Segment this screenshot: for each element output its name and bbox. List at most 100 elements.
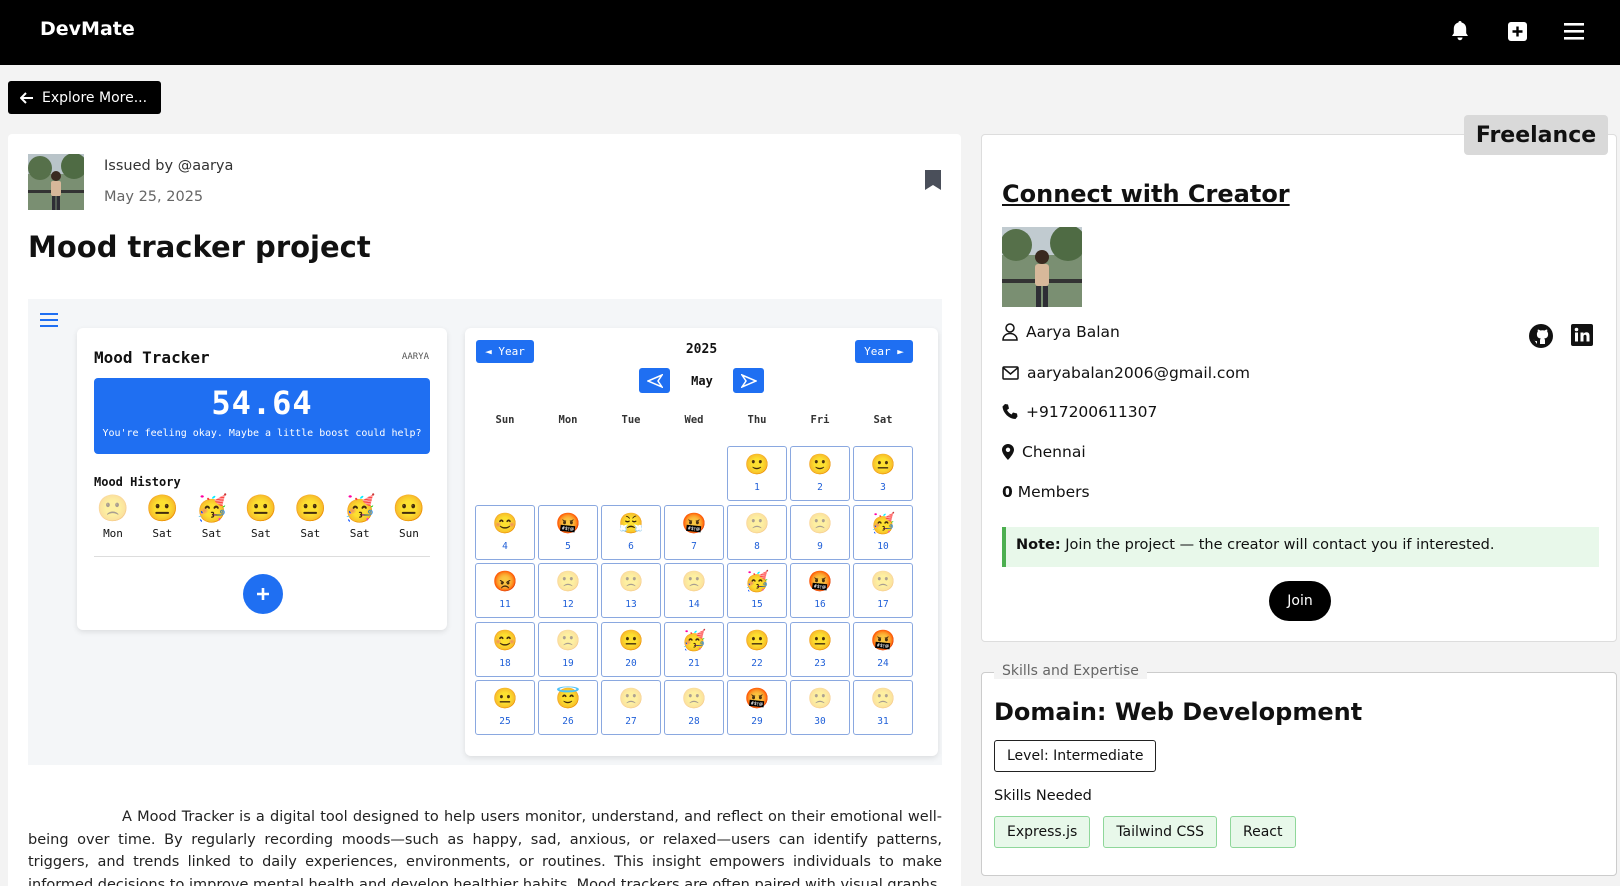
bell-icon[interactable] — [1445, 16, 1475, 46]
next-month-button[interactable] — [733, 368, 764, 393]
creator-avatar[interactable] — [1002, 227, 1082, 307]
calendar-day-cell[interactable]: 🙁 13 — [601, 563, 661, 618]
calendar-day-cell[interactable]: 🙁 28 — [664, 680, 724, 735]
calendar-day-cell[interactable]: 🙂 2 — [790, 446, 850, 501]
mood-emoji-icon: 🤬 — [681, 510, 707, 535]
connect-heading: Connect with Creator — [1002, 180, 1290, 208]
freelance-badge: Freelance — [1464, 115, 1608, 155]
calendar-day-cell[interactable]: 🙁 17 — [853, 563, 913, 618]
calendar-day-number: 30 — [814, 716, 826, 727]
mood-message: You're feeling okay. Maybe a little boos… — [102, 428, 422, 439]
calendar-card: ◄ Year 2025 Year ► May Sun Mon Tue Wed Thu Fr… — [465, 328, 938, 756]
calendar-day-cell[interactable]: 🙁 14 — [664, 563, 724, 618]
mood-emoji-icon: 🥳 — [195, 494, 228, 524]
calendar-day-number: 3 — [880, 482, 886, 493]
mood-history-item[interactable]: 😐 Sat — [140, 493, 184, 540]
calendar-day-cell[interactable]: 😐 3 — [853, 446, 913, 501]
next-year-button[interactable]: Year ► — [855, 340, 913, 363]
calendar-day-cell[interactable]: 😡 11 — [475, 563, 535, 618]
calendar-day-cell[interactable]: 🙂 1 — [727, 446, 787, 501]
creator-phone[interactable]: +917200611307 — [1026, 403, 1157, 421]
calendar-day-number: 2 — [817, 482, 823, 493]
calendar-day-number: 21 — [688, 657, 700, 669]
calendar-day-cell[interactable]: 🙁 30 — [790, 680, 850, 735]
mood-history-item[interactable]: 🙁 Mon — [91, 493, 135, 540]
creator-email[interactable]: aaryabalan2006@gmail.com — [1027, 364, 1250, 382]
top-navbar: DevMate — [0, 0, 1620, 65]
arrow-left-icon — [646, 373, 663, 388]
explore-more-button[interactable]: Explore More... — [8, 81, 161, 114]
creator-email-row: aaryabalan2006@gmail.com — [1002, 364, 1250, 382]
calendar-day-cell[interactable]: 😤 6 — [601, 504, 661, 560]
calendar-day-cell[interactable]: 🙁 27 — [601, 680, 661, 735]
mood-emoji-icon: 😐 — [244, 494, 278, 524]
issuer-avatar[interactable] — [28, 154, 84, 210]
calendar-day-number: 12 — [562, 599, 574, 610]
calendar-day-number: 18 — [499, 657, 511, 669]
mood-tracker-user: AARYA — [401, 352, 429, 362]
creator-name-row: Aarya Balan — [1002, 323, 1120, 341]
mood-emoji-icon: 🙁 — [618, 569, 644, 593]
mood-history-item[interactable]: 😐 Sat — [288, 493, 332, 540]
calendar-day-cell[interactable]: 🤬 7 — [664, 504, 724, 560]
calendar-day-cell[interactable]: 😐 25 — [475, 680, 535, 735]
linkedin-icon[interactable] — [1571, 324, 1593, 350]
calendar-day-cell[interactable]: 🤬 29 — [727, 680, 787, 735]
mood-emoji-icon: 🙁 — [870, 569, 896, 593]
brand-logo[interactable]: DevMate — [40, 18, 135, 40]
calendar-day-cell[interactable]: 😐 20 — [601, 621, 661, 677]
join-button[interactable]: Join — [1269, 581, 1331, 621]
creator-name: Aarya Balan — [1026, 323, 1120, 341]
mood-history-item[interactable]: 🥳 Sat — [338, 493, 382, 540]
mood-history-label: Mood History — [94, 475, 181, 489]
menu-icon[interactable] — [1559, 16, 1589, 46]
mood-history-item[interactable]: 🥳 Sat — [190, 493, 234, 540]
calendar-day-cell[interactable]: 🙁 8 — [727, 504, 787, 560]
calendar-day-cell[interactable]: 😊 18 — [475, 621, 535, 677]
mood-emoji-icon: 🤬 — [807, 569, 833, 593]
calendar-day-number: 16 — [814, 599, 826, 610]
mood-emoji-icon: 🥳 — [744, 569, 770, 593]
calendar-day-cell[interactable]: 🤬 5 — [538, 504, 598, 560]
calendar-day-cell[interactable]: 😐 23 — [790, 621, 850, 677]
mood-score-box: 54.64 You're feeling okay. Maybe a littl… — [94, 378, 430, 454]
mood-history-item[interactable]: 😐 Sat — [239, 493, 283, 540]
calendar-day-number: 19 — [562, 657, 574, 669]
calendar-day-cell[interactable]: 🥳 15 — [727, 563, 787, 618]
calendar-day-cell[interactable]: 😇 26 — [538, 680, 598, 735]
mood-emoji-icon: 🙁 — [96, 494, 130, 524]
calendar-day-number: 9 — [817, 540, 823, 552]
calendar-day-cell[interactable]: 🥳 10 — [853, 504, 913, 560]
mood-history-item[interactable]: 😐 Sun — [387, 493, 431, 540]
mood-history-day: Sat — [349, 527, 370, 540]
calendar-day-cell[interactable]: 🙁 19 — [538, 621, 598, 677]
calendar-day-cell[interactable]: 😊 4 — [475, 504, 535, 560]
note-text: Join the project — the creator will cont… — [1060, 537, 1495, 553]
calendar-day-cell[interactable]: 🥳 21 — [664, 621, 724, 677]
add-mood-button[interactable] — [243, 574, 283, 614]
skill-tag: Express.js — [994, 816, 1091, 848]
mood-history-list: 🙁 Mon 😐 Sat 🥳 Sat 😐 Sat 😐 Sat 🥳 Sat 😐 Sun — [91, 493, 431, 540]
mood-history-day: Sat — [201, 527, 222, 540]
calendar-day-cell[interactable]: 🤬 16 — [790, 563, 850, 618]
calendar-day-cell[interactable]: 🙁 31 — [853, 680, 913, 735]
mood-history-day: Sat — [251, 527, 271, 540]
mood-emoji-icon: 🥳 — [681, 627, 707, 652]
skill-tags: Express.js Tailwind CSS React — [994, 816, 1309, 848]
calendar-day-number: 17 — [877, 599, 889, 610]
calendar-day-cell[interactable]: 🙁 12 — [538, 563, 598, 618]
bookmark-icon[interactable] — [925, 170, 941, 194]
add-square-icon[interactable] — [1502, 16, 1532, 46]
project-screenshot: Mood Tracker AARYA 54.64 You're feeling … — [28, 299, 942, 765]
user-icon — [1002, 323, 1018, 341]
mood-emoji-icon: 😐 — [807, 627, 833, 652]
github-icon[interactable] — [1529, 324, 1553, 352]
creator-location-row: Chennai — [1002, 443, 1086, 461]
calendar-day-number: 24 — [877, 657, 889, 669]
calendar-day-cell[interactable]: 😐 22 — [727, 621, 787, 677]
calendar-day-cell[interactable]: 🙁 9 — [790, 504, 850, 560]
calendar-day-cell[interactable]: 🤬 24 — [853, 621, 913, 677]
prev-month-button[interactable] — [639, 368, 670, 393]
mood-emoji-icon: 😡 — [492, 569, 518, 593]
calendar-day-number: 4 — [502, 540, 508, 552]
